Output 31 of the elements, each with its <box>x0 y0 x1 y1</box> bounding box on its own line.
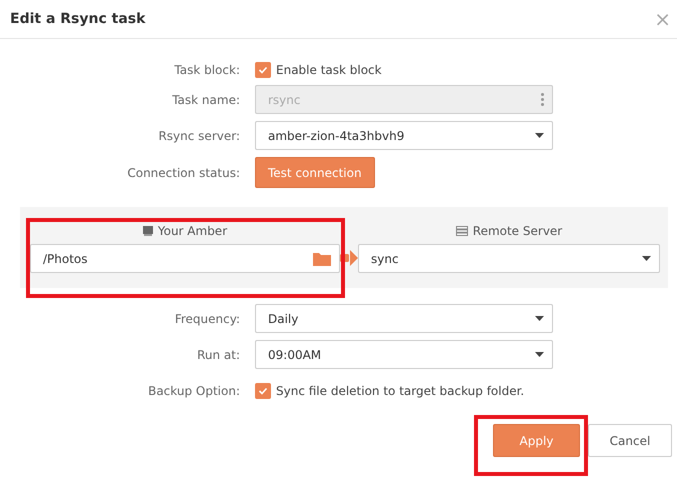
rsync-server-dropdown[interactable]: amber-zion-4ta3hbvh9 <box>255 121 553 150</box>
field-label: Frequency: <box>174 312 240 326</box>
device-icon <box>142 226 153 236</box>
folder-icon[interactable] <box>313 252 331 266</box>
dropdown-caret-icon <box>535 316 544 321</box>
more-icon <box>541 93 544 106</box>
checkbox[interactable] <box>255 62 271 78</box>
checkbox-label: Sync file deletion to target backup folder. <box>276 384 524 398</box>
field-label: Backup Option: <box>147 384 240 398</box>
cancel-button[interactable]: Cancel <box>588 424 672 457</box>
source-folder-field[interactable]: /Photos <box>30 244 340 273</box>
remote-folder-dropdown[interactable]: sync <box>358 244 660 273</box>
dropdown-caret-icon <box>642 256 651 261</box>
arrow-icon <box>340 249 358 267</box>
field-label: Rsync server: <box>157 128 240 142</box>
checkbox[interactable] <box>255 383 271 399</box>
field-label: Run at: <box>196 348 240 362</box>
checkmark-icon <box>258 386 268 396</box>
column-heading: Remote Server <box>472 224 562 238</box>
dialog-title: Edit a Rsync task <box>10 11 146 27</box>
frequency-dropdown[interactable]: Daily <box>255 304 553 333</box>
dropdown-caret-icon <box>535 352 544 357</box>
field-label: Task block: <box>173 63 240 77</box>
checkmark-icon <box>258 65 268 75</box>
field-label: Task name: <box>171 92 240 106</box>
column-heading: Your Amber <box>158 224 228 238</box>
field-label: Connection status: <box>126 166 240 180</box>
run-at-dropdown[interactable]: 09:00AM <box>255 340 553 369</box>
dropdown-caret-icon <box>535 133 544 138</box>
checkbox-label: Enable task block <box>276 63 382 77</box>
server-icon <box>456 226 468 236</box>
